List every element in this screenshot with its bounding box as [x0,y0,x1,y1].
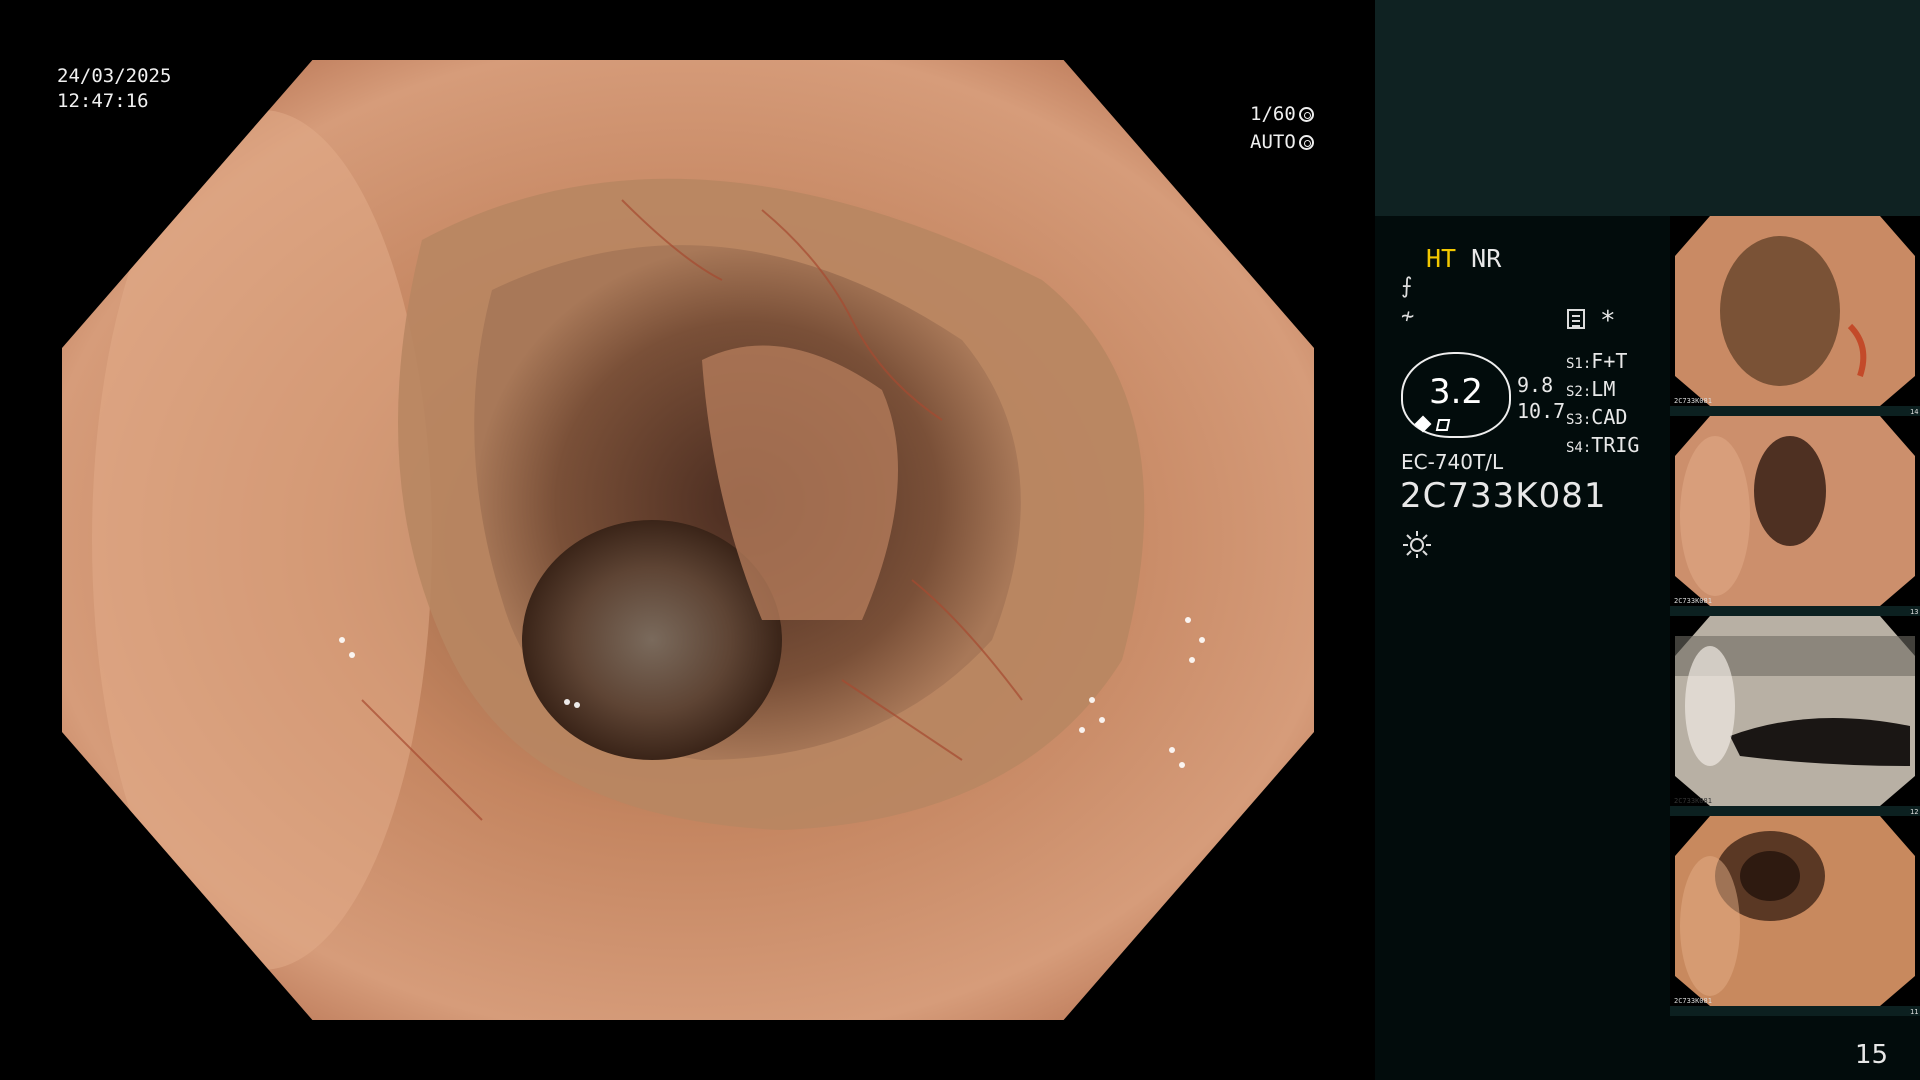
page-number: 15 [1855,1040,1889,1070]
endoscope-view [62,60,1314,1020]
iris-icon [1298,135,1314,150]
switch-item: S2:LM [1566,377,1616,401]
thumbnail-index: 13 [1910,608,1918,616]
color-icon: ≁ [1401,304,1415,329]
switch-list: S1:F+T S2:LM S3:CAD S4:TRIG [1566,349,1639,461]
thumbnail-index: 12 [1910,808,1918,816]
scope-serial: 2C733K081 [1400,476,1607,516]
thumbnail[interactable]: 2C733K081 12 [1670,616,1920,816]
date-label: 24/03/2025 [57,65,172,87]
switch-item: S4:TRIG [1566,433,1640,457]
thumbnail-serial: 2C733K081 [1674,797,1712,805]
enhancement-gauge: 3.2 [1401,352,1511,438]
thumbnail-strip: 2C733K081 14 2C733K081 13 2C733K081 12 2… [1670,216,1920,1016]
iris-label: AUTO [1250,131,1296,153]
mode-indicator: HT NR [1426,244,1501,273]
star-label: * [1600,306,1616,336]
thumbnail[interactable]: 2C733K081 11 [1670,816,1920,1016]
scope-model: EC-740T/L [1401,450,1504,474]
ht-label: HT [1426,244,1457,273]
shutter-icon [1298,107,1314,122]
square-icon [1435,419,1451,431]
light-icon [1403,531,1431,558]
thumbnail[interactable]: 2C733K081 14 [1670,216,1920,416]
thumbnail-serial: 2C733K081 [1674,997,1712,1005]
gauge-values: 9.8 10.7 [1517,372,1565,424]
thumbnail-index: 14 [1910,408,1918,416]
structure-icon: ⨍ [1401,274,1413,299]
thumbnail-index: 11 [1910,1008,1918,1016]
switch-item: S3:CAD [1566,405,1628,429]
thumbnail[interactable]: 2C733K081 13 [1670,416,1920,616]
timestamp: 24/03/2025 12:47:16 [57,64,171,114]
time-label: 12:47:16 [57,90,149,112]
mucosa-image [62,60,1314,1020]
thumbnail-serial: 2C733K081 [1674,397,1712,405]
value-lower: 10.7 [1517,399,1566,423]
switch-item: S1:F+T [1566,349,1628,373]
nr-label: NR [1471,244,1502,273]
info-panel-header [1375,0,1920,216]
shutter-label: 1/60 [1250,103,1296,125]
settings-icon [1567,309,1585,329]
enhancement-value: 3.2 [1428,372,1484,412]
value-upper: 9.8 [1517,373,1554,397]
exposure-readout: 1/60 AUTO [1250,100,1314,156]
thumbnail-serial: 2C733K081 [1674,597,1712,605]
